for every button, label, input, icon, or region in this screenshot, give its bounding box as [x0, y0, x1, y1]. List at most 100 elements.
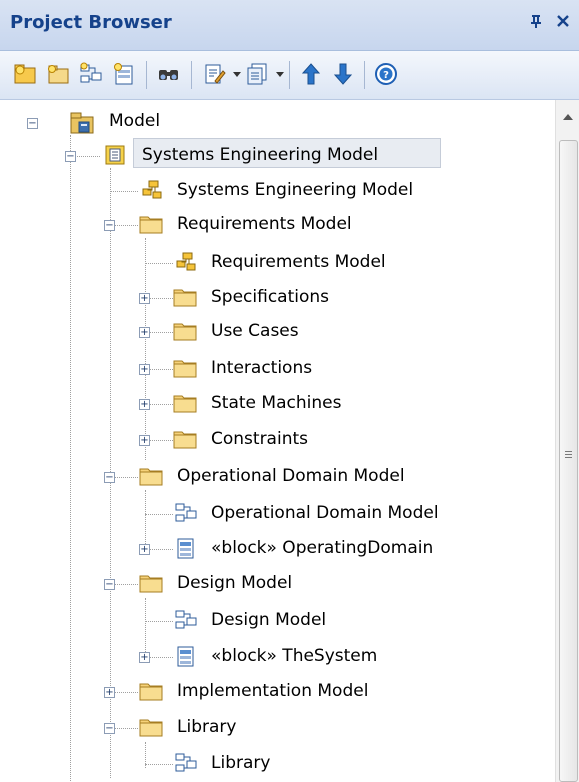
folder-icon [172, 357, 197, 379]
tree-item-operating-domain-block[interactable]: + «block» OperatingDomain [0, 532, 555, 566]
tree-line [145, 514, 173, 515]
folder-icon [138, 213, 163, 235]
tree-item-label: Operational Domain Model [177, 466, 405, 486]
package-view-icon [104, 144, 128, 166]
collapse-toggle[interactable]: − [65, 151, 76, 162]
folder-icon [138, 680, 163, 702]
tree-item-label: State Machines [211, 393, 342, 413]
tree-item-operational-domain-model-diagram[interactable]: Operational Domain Model [0, 497, 555, 531]
edit-note-icon[interactable] [201, 61, 227, 87]
tree-item-requirements-model[interactable]: − Requirements Model [0, 208, 555, 242]
tree-line [145, 764, 173, 765]
grip-line [565, 454, 572, 455]
toolbar-separator [191, 61, 192, 89]
new-element-icon[interactable] [111, 61, 137, 87]
panel-title-bar: Project Browser [0, 0, 579, 51]
scroll-up-icon[interactable] [563, 114, 573, 120]
folder-icon [172, 320, 197, 342]
tree-item-label: Design Model [177, 573, 293, 593]
tree-item-state-machines[interactable]: + State Machines [0, 387, 555, 421]
new-package-icon[interactable] [12, 61, 38, 87]
tree-item-operational-domain-model[interactable]: − Operational Domain Model [0, 460, 555, 494]
expand-toggle[interactable]: + [139, 364, 150, 375]
tree-item-label: Library [211, 753, 271, 773]
options-dropdown[interactable] [276, 72, 284, 77]
expand-toggle[interactable]: + [139, 327, 150, 338]
block-element-icon [174, 537, 198, 559]
tree-item-label: Specifications [211, 287, 330, 307]
folder-icon [172, 392, 197, 414]
tree-item-design-model[interactable]: − Design Model [0, 567, 555, 601]
vertical-scrollbar[interactable] [555, 100, 579, 782]
folder-icon [172, 428, 197, 450]
package-diagram-icon [140, 179, 164, 201]
folder-icon [138, 572, 163, 594]
help-icon[interactable]: ? [373, 61, 399, 87]
options-icon[interactable] [244, 61, 270, 87]
find-icon[interactable] [156, 61, 182, 87]
tree-item-requirements-model-diagram[interactable]: Requirements Model [0, 246, 555, 280]
project-tree[interactable]: − Model − Systems Engineering Model Syst… [0, 100, 555, 782]
folder-icon [138, 465, 163, 487]
svg-text:?: ? [383, 70, 389, 81]
tree-item-label: Constraints [211, 429, 308, 449]
scrollbar-thumb[interactable] [559, 140, 578, 782]
collapse-toggle[interactable]: − [104, 472, 115, 483]
expand-toggle[interactable]: + [139, 293, 150, 304]
toolbar: ? [0, 51, 579, 100]
collapse-toggle[interactable]: − [27, 118, 38, 129]
block-element-icon [174, 645, 198, 667]
tree-item-library-diagram[interactable]: Library [0, 747, 555, 781]
tree-item-label: Systems Engineering Model [177, 180, 414, 200]
expand-toggle[interactable]: + [139, 399, 150, 410]
tree-item-label: Use Cases [211, 321, 299, 341]
tree-item-label: «block» TheSystem [211, 646, 378, 666]
block-diagram-icon [174, 609, 198, 631]
tree-item-label: Operational Domain Model [211, 503, 439, 523]
tree-item-design-model-diagram[interactable]: Design Model [0, 604, 555, 638]
tree-item-systems-engineering-model[interactable]: − Systems Engineering Model [0, 139, 555, 173]
block-diagram-icon [174, 752, 198, 774]
tree-item-model[interactable]: − Model [0, 105, 555, 139]
expand-toggle[interactable]: + [104, 687, 115, 698]
tree-item-label: Requirements Model [211, 252, 386, 272]
edit-note-dropdown[interactable] [233, 72, 241, 77]
grip-line [565, 451, 572, 452]
move-down-icon[interactable] [330, 61, 356, 87]
tree-item-systems-engineering-model-diagram[interactable]: Systems Engineering Model [0, 174, 555, 208]
tree-line [110, 191, 138, 192]
toolbar-separator [146, 61, 147, 89]
expand-toggle[interactable]: + [139, 435, 150, 446]
model-root-icon [69, 109, 94, 134]
tree-item-label: Requirements Model [177, 214, 352, 234]
tree-item-label: Interactions [211, 358, 313, 378]
collapse-toggle[interactable]: − [104, 579, 115, 590]
tree-item-interactions[interactable]: + Interactions [0, 352, 555, 386]
close-icon[interactable] [556, 13, 570, 33]
collapse-toggle[interactable]: − [104, 220, 115, 231]
tree-item-constraints[interactable]: + Constraints [0, 423, 555, 457]
expand-toggle[interactable]: + [139, 544, 150, 555]
tree-item-label: Systems Engineering Model [142, 145, 379, 165]
block-diagram-icon [174, 502, 198, 524]
tree-item-label: Model [109, 111, 161, 131]
pin-icon[interactable] [530, 13, 542, 33]
tree-item-library[interactable]: − Library [0, 711, 555, 745]
tree-line [145, 263, 173, 264]
expand-toggle[interactable]: + [139, 652, 150, 663]
tree-item-specifications[interactable]: + Specifications [0, 281, 555, 315]
tree-item-label: Implementation Model [177, 681, 369, 701]
tree-item-use-cases[interactable]: + Use Cases [0, 315, 555, 349]
toolbar-separator [364, 61, 365, 89]
new-diagram-icon[interactable] [78, 61, 104, 87]
folder-icon [172, 286, 197, 308]
tree-line [145, 621, 173, 622]
tree-item-implementation-model[interactable]: + Implementation Model [0, 675, 555, 709]
tree-item-the-system-block[interactable]: + «block» TheSystem [0, 640, 555, 674]
move-up-icon[interactable] [298, 61, 324, 87]
panel-title: Project Browser [10, 12, 172, 33]
tree-item-label: Library [177, 717, 237, 737]
package-diagram-icon [174, 251, 198, 273]
collapse-toggle[interactable]: − [104, 723, 115, 734]
new-view-icon[interactable] [45, 61, 71, 87]
